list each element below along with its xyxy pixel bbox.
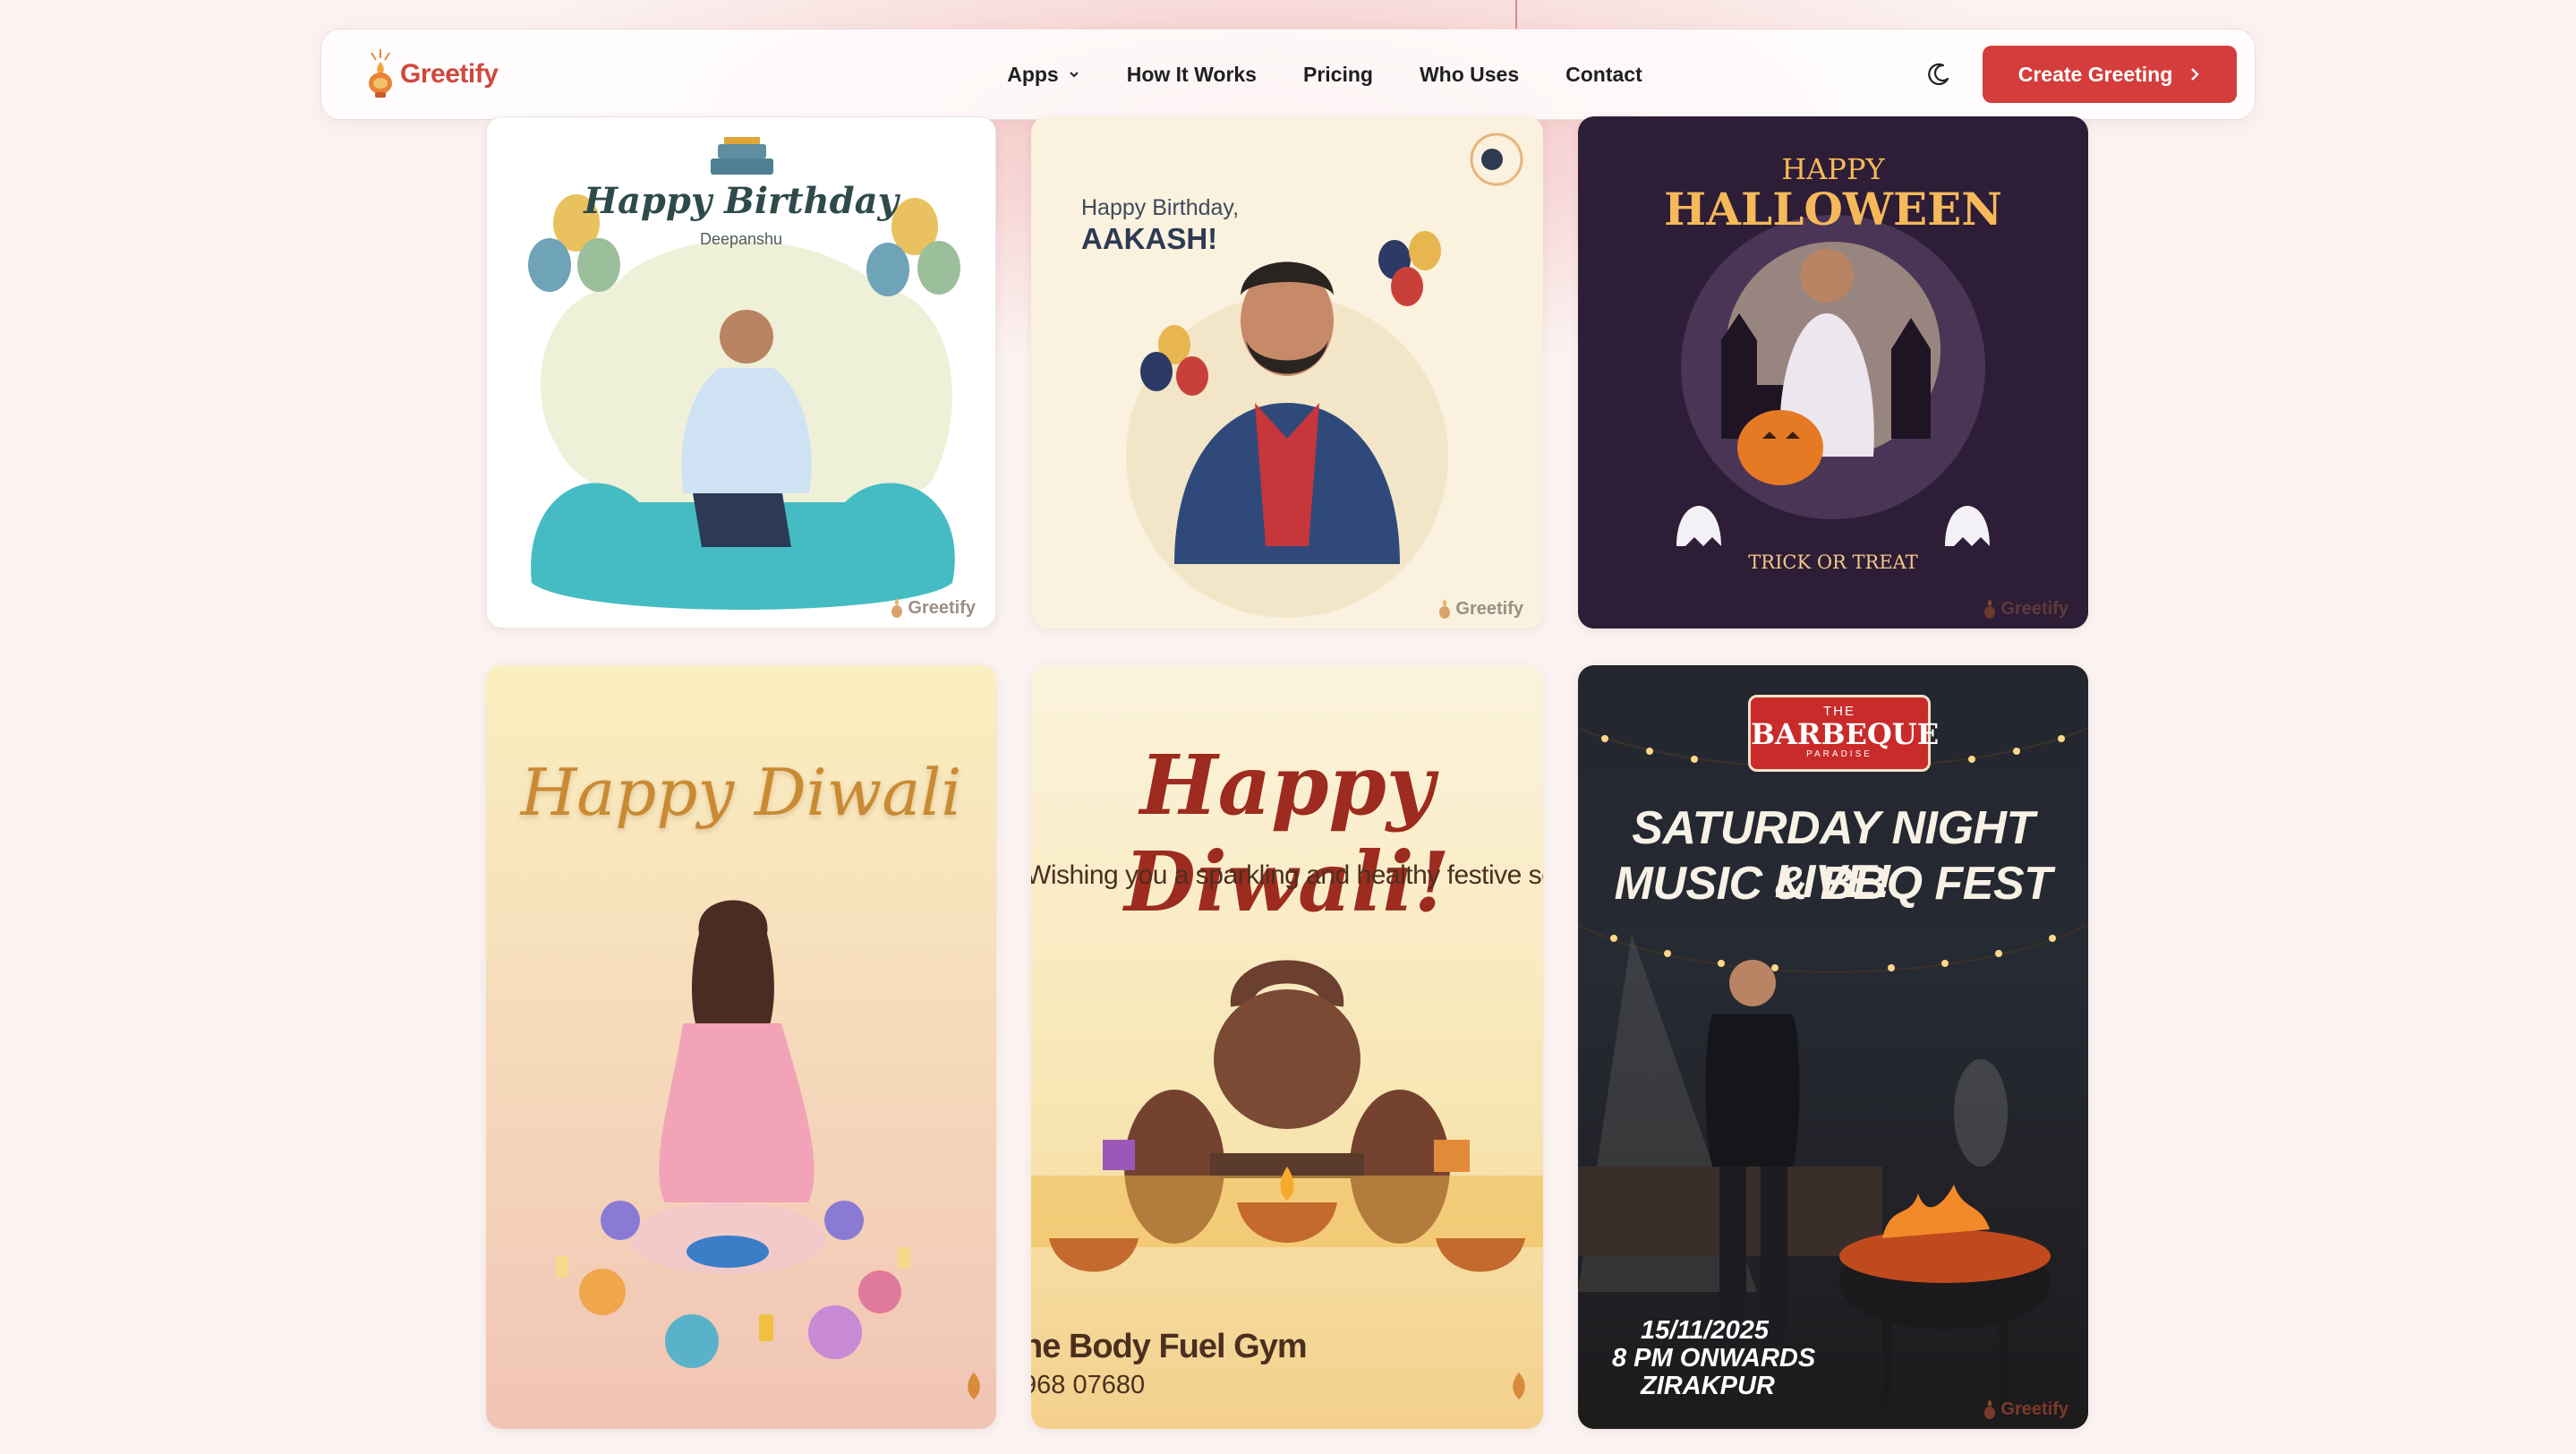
event-location: ZIRAKPUR [1641, 1372, 1775, 1400]
badge-main-text: BARBEQUE [1751, 717, 1940, 751]
diya-lamp-icon [1439, 599, 1451, 619]
brand-name: Greetify [400, 59, 499, 89]
greeting-card-diwali-rangoli[interactable]: Happy Diwali [486, 665, 996, 1429]
create-greeting-button[interactable]: Create Greeting [1983, 46, 2237, 103]
chevron-right-icon [2191, 68, 2199, 81]
create-greeting-label: Create Greeting [2017, 62, 2173, 86]
nav-actions: Create Greeting [1925, 46, 2237, 103]
moon-icon[interactable] [1925, 61, 1952, 88]
greeting-card-bbq-event[interactable]: THE BARBEQUE PARADISE SATURDAY NIGHT LIV… [1578, 665, 2088, 1429]
greetify-watermark: Greetify [1983, 596, 2068, 621]
event-headline-2: MUSIC & BBQ FEST [1614, 858, 2052, 910]
nav-apps[interactable]: Apps [1007, 63, 1080, 87]
top-divider-line [1515, 0, 1517, 30]
chevron-down-icon [1070, 72, 1079, 78]
event-time: 8 PM ONWARDS [1612, 1344, 1816, 1373]
diya-lamp-icon [369, 49, 392, 98]
greeting-card-birthday-deepanshu[interactable]: Happy Birthday Deepanshu Greetify [486, 116, 996, 629]
greeting-card-diwali-gym[interactable]: Happy Diwali! Wishing you a sparkling an… [1031, 665, 1543, 1429]
birthday-portrait-illustration [1126, 133, 1523, 618]
nav-apps-label: Apps [1007, 62, 1059, 86]
card-title: Happy Birthday [584, 180, 899, 222]
nav-how-it-works[interactable]: How It Works [1127, 63, 1257, 87]
nav-who-uses[interactable]: Who Uses [1420, 63, 1519, 87]
nav-pricing[interactable]: Pricing [1303, 63, 1373, 87]
card-title: HALLOWEEN [1664, 183, 2002, 235]
diya-lamp-icon [1984, 1399, 1996, 1419]
greetify-watermark: Greetify [1437, 596, 1523, 621]
event-date: 15/11/2025 [1641, 1316, 1769, 1345]
badge-top-text: THE [1823, 704, 1855, 719]
greetify-watermark: Greetify [890, 595, 976, 620]
watermark-text: Greetify [1455, 598, 1523, 619]
card-phone-number: 968 07680 [1031, 1371, 1146, 1399]
watermark-text: Greetify [2000, 598, 2068, 619]
card-recipient-name: AAKASH! [1081, 222, 1218, 255]
card-recipient-name: Deepanshu [699, 230, 783, 248]
greeting-card-halloween[interactable]: HAPPY HALLOWEEN TRICK OR TREAT Greetify [1578, 116, 2088, 629]
greetify-watermark: Greetify [1983, 1397, 2068, 1422]
nav-contact[interactable]: Contact [1565, 63, 1642, 87]
bbq-event-illustration [1578, 727, 2088, 1408]
brand-logo[interactable]: Greetify [366, 47, 867, 101]
card-title: Happy Diwali [520, 755, 962, 830]
main-menu: Apps How It Works Pricing Who Uses Conta… [921, 63, 1728, 87]
card-title: Happy Diwali! [1124, 737, 1450, 930]
diya-lamp-icon [891, 598, 903, 618]
restaurant-logo-badge: THE BARBEQUE PARADISE [1748, 695, 1940, 772]
card-greeting-line: Happy Birthday, [1081, 195, 1240, 220]
greeting-card-birthday-aakash[interactable]: Happy Birthday, AAKASH! Greetify [1031, 116, 1543, 629]
watermark-text: Greetify [2000, 1398, 2068, 1419]
watermark-text: Greetify [908, 597, 976, 618]
card-business-name: he Body Fuel Gym [1031, 1328, 1308, 1365]
card-title-small: HAPPY [1781, 152, 1885, 186]
card-subtitle: Wishing you a sparkling and healthy fest… [1031, 860, 1543, 890]
diya-lamp-icon [1984, 599, 1996, 619]
top-navbar: Greetify Apps How It Works Pricing Who U… [320, 29, 2256, 120]
card-tagline: TRICK OR TREAT [1748, 552, 1918, 573]
